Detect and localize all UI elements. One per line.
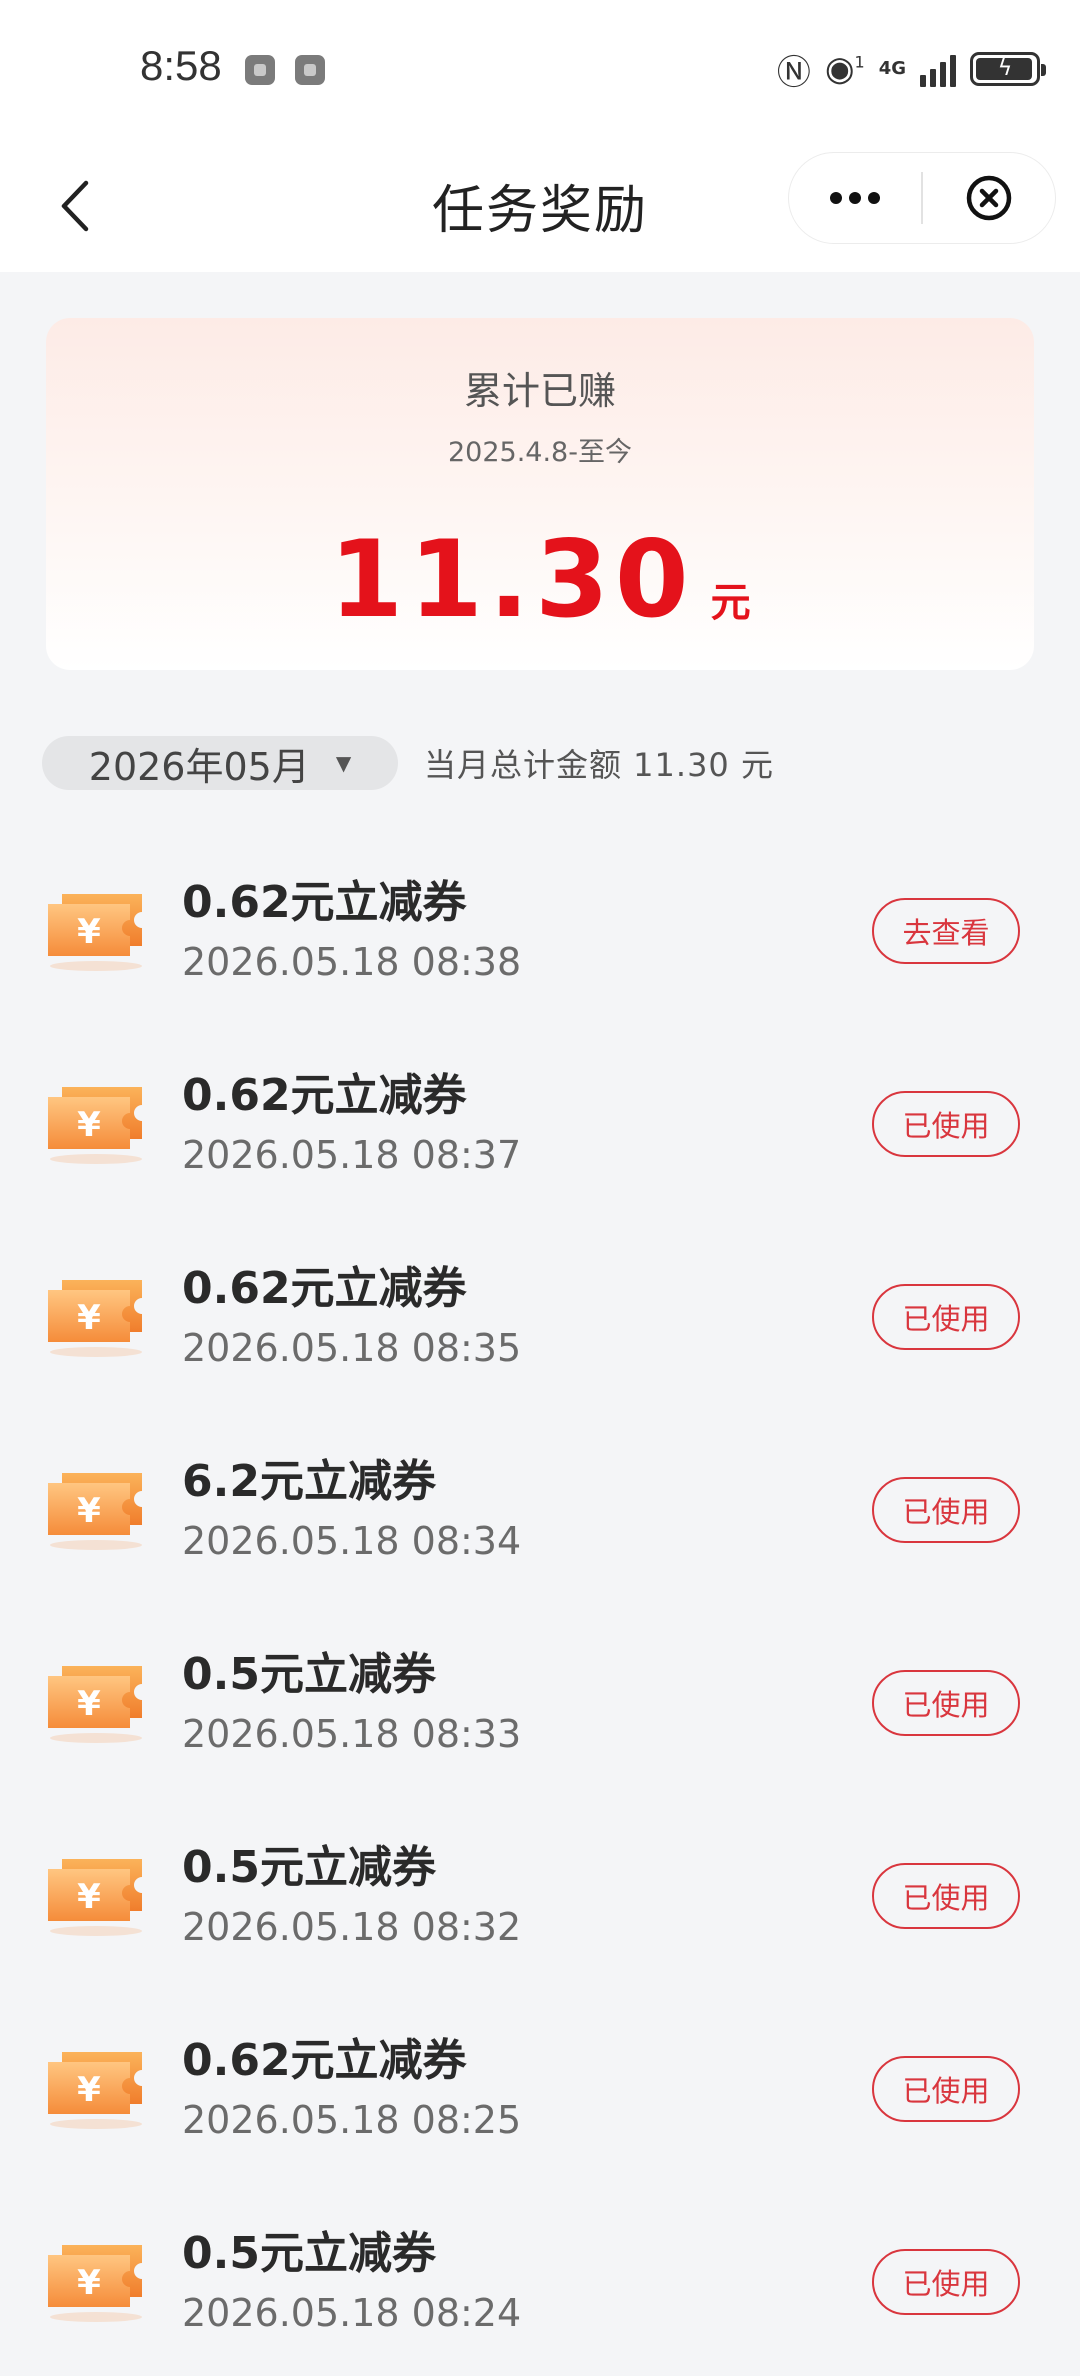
- svg-text:¥: ¥: [77, 2263, 101, 2303]
- reward-action-button[interactable]: 已使用: [872, 1670, 1020, 1736]
- yuan-coupon-icon: ¥: [48, 1666, 142, 1743]
- dropdown-arrow-icon: ▼: [335, 751, 352, 775]
- reward-item: ¥ 0.5元立减券 2026.05.18 08:24 已使用: [0, 2183, 1080, 2376]
- status-time: 8:58: [140, 42, 222, 89]
- battery-icon: ϟ: [970, 52, 1046, 86]
- reward-action-button[interactable]: 已使用: [872, 1091, 1020, 1157]
- yuan-coupon-icon: ¥: [48, 1859, 142, 1936]
- charging-icon: ϟ: [997, 56, 1013, 81]
- reward-item: ¥ 0.5元立减券 2026.05.18 08:33 已使用: [0, 1604, 1080, 1797]
- yuan-coupon-icon: ¥: [48, 2245, 142, 2322]
- reward-item: ¥ 0.62元立减券 2026.05.18 08:37 已使用: [0, 1025, 1080, 1218]
- reward-time: 2026.05.18 08:38: [182, 940, 522, 984]
- reward-time: 2026.05.18 08:32: [182, 1905, 522, 1949]
- month-total: 当月总计金额 11.30 元: [424, 746, 774, 784]
- svg-text:¥: ¥: [77, 1491, 101, 1531]
- reward-title: 0.62元立减券: [182, 1070, 467, 1121]
- reward-item: ¥ 0.62元立减券 2026.05.18 08:35 已使用: [0, 1218, 1080, 1411]
- reward-title: 0.5元立减券: [182, 1842, 436, 1893]
- earnings-summary-card: 累计已赚 2025.4.8-至今 11.30 元: [46, 318, 1034, 670]
- mini-program-capsule: [788, 152, 1056, 244]
- reward-item: ¥ 6.2元立减券 2026.05.18 08:34 已使用: [0, 1411, 1080, 1604]
- reward-list: ¥ 0.62元立减券 2026.05.18 08:38 去查看 ¥ 0.62元立…: [0, 832, 1080, 2376]
- summary-label: 累计已赚: [463, 369, 616, 413]
- network-type: 4G: [878, 58, 906, 79]
- reward-title: 0.62元立减券: [182, 2035, 467, 2086]
- svg-text:¥: ¥: [77, 1684, 101, 1724]
- reward-action-button[interactable]: 已使用: [872, 1863, 1020, 1929]
- reward-title: 0.62元立减券: [182, 877, 467, 928]
- reward-action-button[interactable]: 已使用: [872, 2056, 1020, 2122]
- navigation-bar: 任务奖励: [0, 140, 1080, 272]
- svg-text:¥: ¥: [77, 2070, 101, 2110]
- reward-action-button[interactable]: 已使用: [872, 1284, 1020, 1350]
- close-circle-icon: [966, 175, 1012, 221]
- summary-amount: 11.30: [329, 518, 695, 641]
- svg-text:¥: ¥: [77, 1877, 101, 1917]
- summary-unit: 元: [710, 580, 751, 626]
- svg-text:¥: ¥: [77, 912, 101, 952]
- yuan-coupon-icon: ¥: [48, 2052, 142, 2129]
- reward-time: 2026.05.18 08:24: [182, 2291, 522, 2335]
- summary-amount-row: 11.30 元: [46, 518, 1034, 641]
- yuan-coupon-icon: ¥: [48, 894, 142, 971]
- svg-text:¥: ¥: [77, 1105, 101, 1145]
- hotspot-icon: ◉1: [824, 49, 865, 89]
- reward-action-button[interactable]: 已使用: [872, 1477, 1020, 1543]
- hotspot-badge: 1: [854, 52, 865, 72]
- more-button[interactable]: [789, 153, 921, 243]
- signal-strength-icon: [920, 51, 956, 87]
- reward-time: 2026.05.18 08:33: [182, 1712, 522, 1756]
- reward-item: ¥ 0.62元立减券 2026.05.18 08:38 去查看: [0, 832, 1080, 1025]
- reward-title: 0.5元立减券: [182, 2228, 436, 2279]
- svg-text:¥: ¥: [77, 1298, 101, 1338]
- reward-time: 2026.05.18 08:25: [182, 2098, 522, 2142]
- summary-period: 2025.4.8-至今: [448, 437, 632, 468]
- reward-title: 0.5元立减券: [182, 1649, 436, 1700]
- yuan-coupon-icon: ¥: [48, 1473, 142, 1550]
- month-selector[interactable]: 2026年05月 ▼: [42, 736, 398, 790]
- month-label: 2026年05月: [88, 744, 310, 789]
- reward-item: ¥ 0.62元立减券 2026.05.18 08:25 已使用: [0, 1990, 1080, 2183]
- reward-item: ¥ 0.5元立减券 2026.05.18 08:32 已使用: [0, 1797, 1080, 1990]
- nfc-icon: Ⓝ: [776, 52, 811, 93]
- reward-title: 6.2元立减券: [182, 1456, 436, 1507]
- reward-time: 2026.05.18 08:34: [182, 1519, 522, 1563]
- status-indicators: Ⓝ ◉1 4G ϟ: [776, 44, 1046, 94]
- status-bar: 8:58 Ⓝ ◉1 4G ϟ: [0, 0, 1080, 140]
- reward-action-button[interactable]: 去查看: [872, 898, 1020, 964]
- notification-app-icon: [295, 55, 325, 85]
- close-button[interactable]: [923, 153, 1055, 243]
- yuan-coupon-icon: ¥: [48, 1087, 142, 1164]
- month-filter-row: 2026年05月 ▼ 当月总计金额 11.30 元: [42, 736, 774, 790]
- notification-app-icon: [245, 55, 275, 85]
- reward-time: 2026.05.18 08:35: [182, 1326, 522, 1370]
- reward-time: 2026.05.18 08:37: [182, 1133, 522, 1177]
- more-dots-icon: [830, 192, 880, 204]
- reward-action-button[interactable]: 已使用: [872, 2249, 1020, 2315]
- reward-title: 0.62元立减券: [182, 1263, 467, 1314]
- yuan-coupon-icon: ¥: [48, 1280, 142, 1357]
